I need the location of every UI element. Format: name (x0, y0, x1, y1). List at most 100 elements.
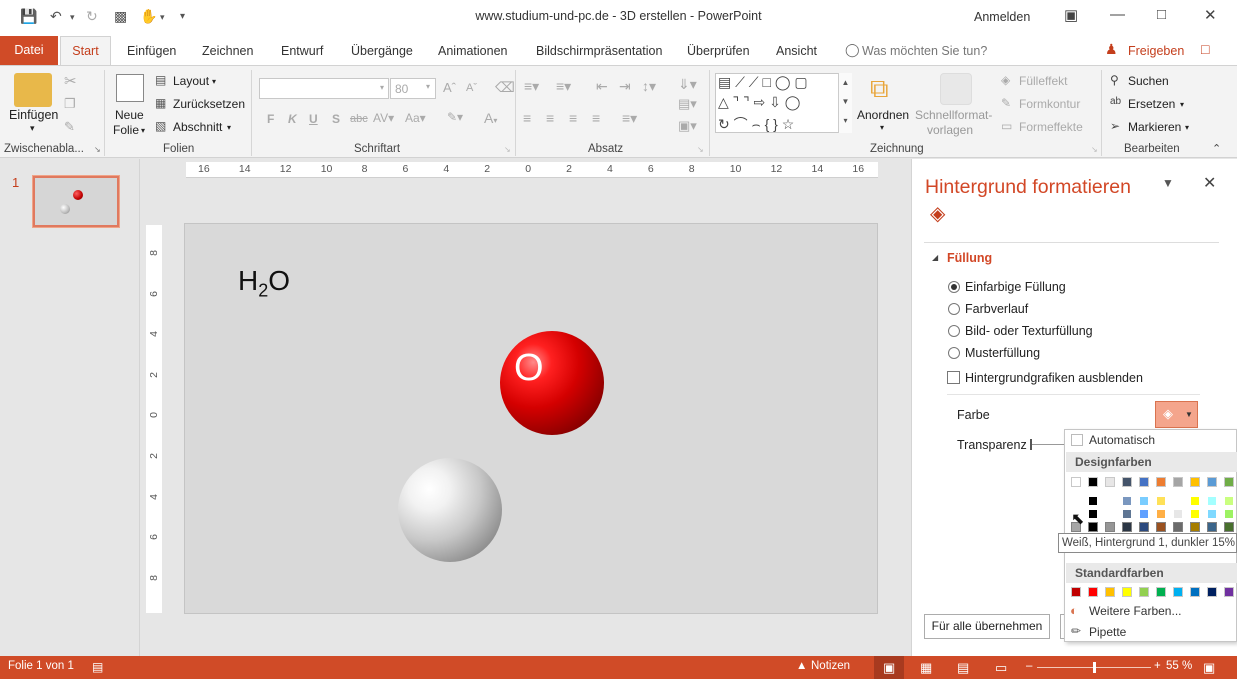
tab-draw[interactable]: Zeichnen (202, 44, 253, 58)
signin-link[interactable]: Anmelden (974, 10, 1030, 24)
theme-color-swatch[interactable] (1173, 477, 1183, 487)
theme-color-swatch[interactable] (1071, 477, 1081, 487)
theme-color-swatch[interactable] (1122, 509, 1132, 519)
strikethrough-button[interactable]: abc (350, 113, 368, 125)
reading-view-icon[interactable]: ▤ (957, 660, 969, 676)
hide-graphics-label[interactable]: Hintergrundgrafiken ausblenden (965, 371, 1143, 385)
standard-color-swatch[interactable] (1122, 587, 1132, 597)
align-center-icon[interactable]: ≡ (546, 110, 554, 126)
theme-color-swatch[interactable] (1156, 509, 1166, 519)
automatic-swatch[interactable] (1071, 434, 1083, 446)
shapes-gallery[interactable]: ▤ ⟋ ⟋ □ ◯ ▢ △ ⌝ ⌝ ⇨ ⇩ ◯ ↻ ⌒ ⌢ { } ☆ (715, 73, 852, 133)
automatic-option[interactable]: Automatisch (1089, 433, 1155, 447)
save-icon[interactable]: 💾 (20, 8, 37, 25)
format-painter-icon[interactable]: ✎ (64, 119, 75, 135)
theme-color-swatch[interactable] (1088, 509, 1098, 519)
paste-icon[interactable] (14, 73, 52, 107)
maximize-icon[interactable]: □ (1157, 6, 1166, 23)
theme-color-swatch[interactable] (1139, 496, 1149, 506)
tab-start[interactable]: Start (60, 36, 111, 66)
theme-color-swatch[interactable] (1105, 477, 1115, 487)
option-gradient-fill[interactable]: Farbverlauf (965, 302, 1028, 316)
shapes-row2-icon[interactable]: △ ⌝ ⌝ ⇨ ⇩ ◯ (718, 94, 800, 111)
replace-button[interactable]: Ersetzen (1128, 97, 1175, 111)
slide-canvas[interactable]: H2O O (184, 223, 878, 614)
theme-color-swatch[interactable] (1207, 477, 1217, 487)
theme-color-swatch[interactable] (1173, 509, 1183, 519)
text-direction-icon[interactable]: ⇓▾ (678, 76, 697, 93)
transparency-slider[interactable] (1031, 444, 1065, 445)
tab-review[interactable]: Überprüfen (687, 44, 750, 58)
more-colors-option[interactable]: Weitere Farben... (1089, 604, 1181, 618)
option-picture-fill[interactable]: Bild- oder Texturfüllung (965, 324, 1093, 338)
standard-color-swatch[interactable] (1173, 587, 1183, 597)
radio-pattern-fill[interactable] (948, 347, 960, 359)
minimize-icon[interactable]: — (1110, 6, 1125, 23)
option-pattern-fill[interactable]: Musterfüllung (965, 346, 1040, 360)
theme-color-swatch[interactable] (1173, 522, 1183, 532)
option-solid-fill[interactable]: Einfarbige Füllung (965, 280, 1066, 294)
theme-color-swatch[interactable] (1224, 496, 1234, 506)
theme-color-swatch[interactable] (1088, 496, 1098, 506)
paste-dropdown-icon[interactable]: ▾ (30, 123, 35, 134)
hide-graphics-checkbox[interactable] (947, 371, 960, 384)
close-window-icon[interactable]: ✕ (1204, 6, 1217, 24)
oxygen-red-sphere[interactable]: O (500, 331, 604, 435)
eyedropper-option[interactable]: Pipette (1089, 625, 1126, 639)
tab-file[interactable]: Datei (0, 36, 58, 65)
paragraph-launcher-icon[interactable]: ↘ (697, 145, 704, 154)
ribbon-display-icon[interactable]: ▣ (1064, 6, 1078, 24)
new-slide-label-2[interactable]: Folie (113, 123, 139, 137)
touch-mode-icon[interactable]: ✋ (140, 8, 157, 25)
standard-color-swatch[interactable] (1156, 587, 1166, 597)
spellcheck-icon[interactable]: ▤ (92, 660, 103, 674)
arrange-button[interactable]: Anordnen (857, 108, 909, 122)
comments-icon[interactable]: □ (1201, 41, 1209, 57)
theme-color-swatch[interactable] (1139, 522, 1149, 532)
bullets-icon[interactable]: ≡▾ (524, 78, 539, 95)
radio-solid-fill[interactable] (948, 281, 960, 293)
theme-color-swatch[interactable] (1156, 477, 1166, 487)
tell-me-search[interactable]: Was möchten Sie tun? (862, 44, 987, 58)
cut-icon[interactable]: ✂ (64, 72, 77, 90)
pane-options-dropdown-icon[interactable]: ▼ (1162, 176, 1174, 190)
pane-close-icon[interactable]: ✕ (1203, 173, 1216, 193)
zoom-in-icon[interactable]: + (1154, 660, 1161, 672)
new-slide-icon[interactable] (116, 74, 144, 102)
theme-color-swatch[interactable] (1071, 496, 1081, 506)
arrange-icon[interactable]: ⧉ (870, 73, 889, 105)
font-color-icon[interactable]: A▾ (484, 110, 497, 126)
section-collapse-icon[interactable]: ◢ (932, 253, 938, 262)
radio-gradient-fill[interactable] (948, 303, 960, 315)
tab-animations[interactable]: Animationen (438, 44, 508, 58)
font-name-field[interactable]: ▾ (259, 78, 389, 99)
quick-styles-label-1[interactable]: Schnellformat- (915, 108, 992, 122)
shape-effects-button[interactable]: Formeffekte (1019, 120, 1083, 134)
apply-all-button[interactable]: Für alle übernehmen (924, 614, 1050, 639)
standard-color-swatch[interactable] (1207, 587, 1217, 597)
theme-color-swatch[interactable] (1224, 509, 1234, 519)
shapes-row3-icon[interactable]: ↻ ⌒ ⌢ { } ☆ (718, 114, 794, 134)
quick-styles-label-2[interactable]: vorlagen (927, 123, 973, 137)
tab-view[interactable]: Ansicht (776, 44, 817, 58)
grow-font-icon[interactable]: Aˆ (443, 80, 456, 95)
theme-color-swatch[interactable] (1224, 477, 1234, 487)
theme-color-swatch[interactable] (1156, 522, 1166, 532)
drawing-launcher-icon[interactable]: ↘ (1091, 145, 1098, 154)
zoom-level[interactable]: 55 % (1166, 660, 1192, 672)
zoom-slider-thumb[interactable] (1093, 662, 1096, 673)
clipboard-launcher-icon[interactable]: ↘ (94, 145, 101, 154)
font-name-dropdown-icon[interactable]: ▾ (380, 83, 384, 92)
columns-icon[interactable]: ≡▾ (622, 110, 637, 127)
shadow-button[interactable]: S (332, 112, 340, 126)
change-case-icon[interactable]: Aa▾ (405, 111, 426, 125)
share-button[interactable]: Freigeben (1128, 44, 1184, 58)
font-launcher-icon[interactable]: ↘ (504, 145, 511, 154)
theme-color-swatch[interactable] (1122, 496, 1132, 506)
undo-dropdown-icon[interactable]: ▾ (70, 12, 75, 23)
theme-color-swatch[interactable] (1088, 477, 1098, 487)
share-person-icon[interactable]: ♟ (1105, 41, 1118, 58)
present-icon[interactable]: ▩ (114, 8, 127, 25)
decrease-indent-icon[interactable]: ⇤ (596, 78, 608, 95)
theme-color-swatch[interactable] (1207, 496, 1217, 506)
